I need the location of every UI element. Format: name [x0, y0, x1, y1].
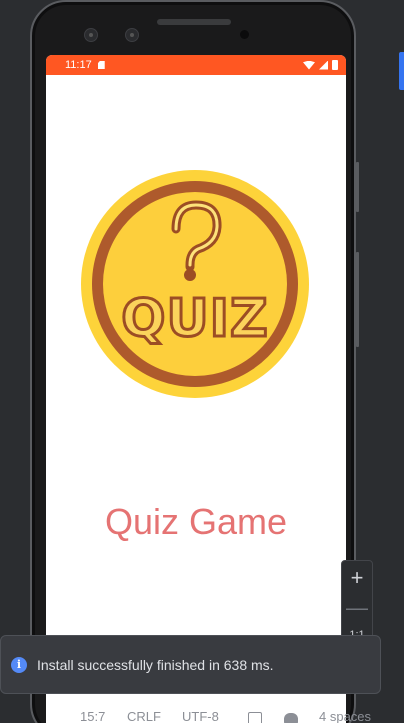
tool-window-tab[interactable] — [399, 52, 404, 90]
device-screen[interactable]: 11:17 QUIZ Quiz Game — [46, 55, 346, 723]
camera-icon — [84, 28, 98, 42]
quiz-logo: QUIZ — [81, 170, 309, 398]
volume-button — [356, 252, 359, 347]
camera-icon — [125, 28, 139, 42]
zoom-in-button[interactable]: + — [342, 565, 372, 591]
signal-icon — [319, 60, 328, 70]
power-button — [356, 162, 359, 212]
notification-message: Install successfully finished in 638 ms. — [37, 656, 274, 673]
sensor — [240, 30, 249, 39]
status-time: 11:17 — [65, 59, 92, 71]
assistant-icon[interactable] — [284, 713, 298, 723]
indent-setting[interactable]: 4 spaces — [319, 709, 371, 723]
speaker-grille — [157, 19, 231, 25]
app-title: Quiz Game — [104, 501, 288, 542]
logo-text: QUIZ — [121, 289, 268, 349]
device-frame: 11:17 QUIZ Quiz Game — [30, 0, 359, 723]
line-separator[interactable]: CRLF — [127, 709, 161, 723]
zoom-out-button[interactable]: — — [342, 595, 372, 621]
caret-position[interactable]: 15:7 — [80, 709, 105, 723]
notification-balloon[interactable]: i Install successfully finished in 638 m… — [0, 635, 381, 694]
readonly-icon[interactable] — [248, 712, 262, 723]
wifi-icon — [303, 60, 315, 70]
file-encoding[interactable]: UTF-8 — [182, 709, 219, 723]
ide-status-bar: 15:7 CRLF UTF-8 4 spaces — [0, 706, 404, 723]
battery-icon — [332, 60, 338, 70]
info-icon: i — [11, 656, 27, 673]
sd-card-icon — [97, 61, 105, 69]
android-status-bar: 11:17 — [46, 55, 346, 75]
